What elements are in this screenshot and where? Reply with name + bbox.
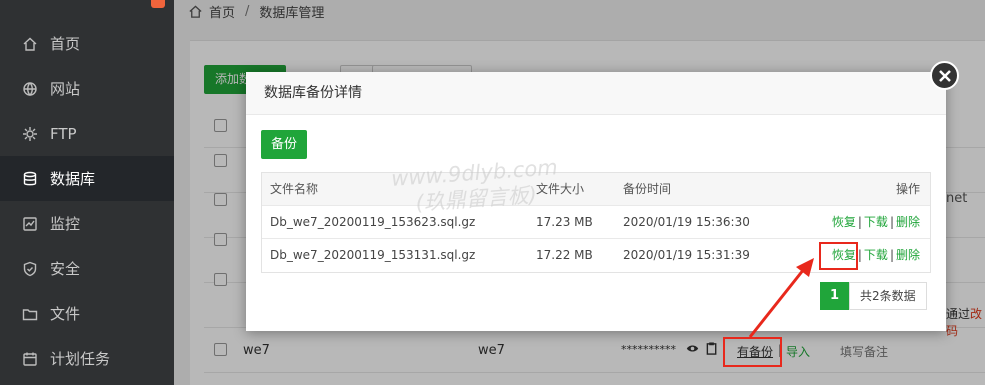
sidebar-item-monitor[interactable]: 监控 <box>0 201 174 246</box>
col-file-size: 文件大小 <box>536 182 585 196</box>
sidebar-item-label: 数据库 <box>50 170 96 188</box>
backup-time: 2020/01/19 15:36:30 <box>623 215 750 229</box>
folder-icon <box>22 306 38 322</box>
sidebar-item-label: 监控 <box>50 215 81 233</box>
monitor-icon <box>22 216 38 232</box>
sidebar-item-label: 计划任务 <box>50 350 111 368</box>
sidebar-item-cron[interactable]: 计划任务 <box>0 336 174 381</box>
backup-file-size: 17.23 MB <box>536 215 593 229</box>
sidebar-item-label: 网站 <box>50 80 81 98</box>
shield-icon <box>22 261 38 277</box>
backup-row: Db_we7_20200119_153623.sql.gz 17.23 MB 2… <box>262 206 930 239</box>
sidebar-item-label: 文件 <box>50 305 81 323</box>
restore-link[interactable]: 恢复 <box>832 215 856 229</box>
backup-actions: 恢复 | 下载 | 删除 <box>831 215 920 229</box>
backup-file-name: Db_we7_20200119_153623.sql.gz <box>270 215 476 229</box>
sidebar-item-label: 安全 <box>50 260 81 278</box>
annotation-arrow <box>748 258 814 338</box>
ftp-icon <box>22 126 38 142</box>
sidebar-item-website[interactable]: 网站 <box>0 66 174 111</box>
delete-link[interactable]: 删除 <box>896 248 920 262</box>
sidebar-item-ftp[interactable]: FTP <box>0 111 174 156</box>
calendar-icon <box>22 351 38 367</box>
col-backup-time: 备份时间 <box>623 182 672 196</box>
backup-details-modal: 数据库备份详情 备份 文件名称 文件大小 备份时间 操作 Db_we7_2020… <box>246 72 946 331</box>
download-link[interactable]: 下载 <box>864 215 888 229</box>
backup-button[interactable]: 备份 <box>261 130 307 159</box>
col-actions: 操作 <box>895 182 920 196</box>
col-file-name: 文件名称 <box>270 182 319 196</box>
sidebar-item-security[interactable]: 安全 <box>0 246 174 291</box>
database-icon <box>22 171 38 187</box>
home-icon <box>22 36 38 52</box>
delete-link[interactable]: 删除 <box>896 215 920 229</box>
sidebar-item-database[interactable]: 数据库 <box>0 156 174 201</box>
backup-file-name: Db_we7_20200119_153131.sql.gz <box>270 248 476 262</box>
notification-badge <box>151 0 165 8</box>
download-link[interactable]: 下载 <box>864 248 888 262</box>
backup-file-size: 17.22 MB <box>536 248 593 262</box>
globe-icon <box>22 81 38 97</box>
pagination: 1 共2条数据 <box>820 282 927 310</box>
backup-table-header: 文件名称 文件大小 备份时间 操作 <box>262 173 930 206</box>
sidebar-item-home[interactable]: 首页 <box>0 21 174 66</box>
sidebar-item-label: 首页 <box>50 35 81 53</box>
modal-title: 数据库备份详情 <box>246 72 946 115</box>
sidebar-item-files[interactable]: 文件 <box>0 291 174 336</box>
close-icon[interactable] <box>930 61 959 90</box>
sidebar-item-label: FTP <box>50 124 77 143</box>
sidebar: 首页 网站 FTP 数据库 监控 安全 文件 计划任务 <box>0 0 174 385</box>
backup-time: 2020/01/19 15:31:39 <box>623 248 750 262</box>
page-total: 共2条数据 <box>849 282 927 310</box>
